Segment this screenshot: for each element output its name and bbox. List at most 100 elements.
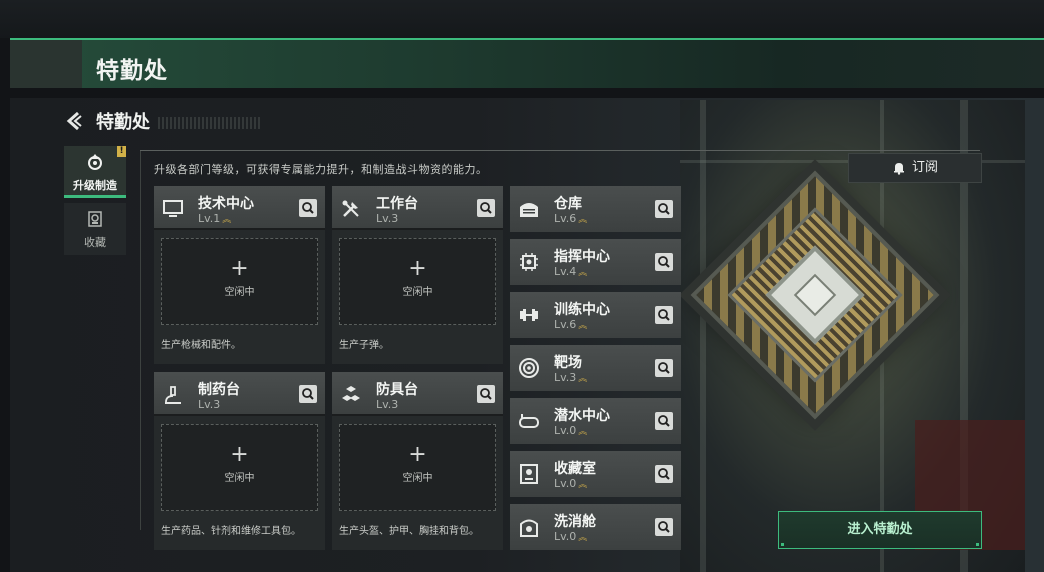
facility-name: 洗消舱 — [554, 514, 596, 530]
workshop-level: Lv.3 — [376, 398, 399, 411]
workshop-level: Lv.3 — [198, 398, 221, 411]
divider-horizontal — [140, 150, 980, 151]
workshop-card-workbench[interactable]: 工作台 Lv.3 + 空闲中 生产子弹。 — [332, 186, 503, 364]
workshop-level: Lv.3 — [376, 212, 399, 225]
production-slot[interactable]: + 空闲中 — [161, 424, 318, 511]
tab-upgrade-craft[interactable]: ! 升级制造 — [64, 146, 126, 198]
search-icon[interactable] — [477, 385, 495, 403]
workshop-name: 制药台 — [198, 382, 240, 398]
collection-box-icon — [88, 211, 102, 227]
workshop-card-pharmacy[interactable]: 制药台 Lv.3 + 空闲中 生产药品、针剂和维修工具包。 — [154, 372, 325, 550]
plus-icon: + — [408, 256, 427, 281]
slot-status: 空闲中 — [402, 287, 433, 298]
enter-button-label: 进入特勤处 — [847, 522, 913, 537]
tab-collection[interactable]: 收藏 — [64, 203, 126, 255]
alert-badge: ! — [117, 146, 126, 157]
facility-command-center[interactable]: 指挥中心 Lv.4 ︽ — [510, 239, 681, 285]
facility-name: 仓库 — [554, 196, 582, 212]
facility-level: Lv.0 — [554, 477, 577, 490]
facility-level: Lv.6 — [554, 318, 577, 331]
divider-vertical — [140, 150, 141, 530]
search-icon[interactable] — [655, 412, 673, 430]
microscope-icon — [165, 386, 181, 404]
slot-status: 空闲中 — [402, 473, 433, 484]
facility-level: Lv.4 — [554, 265, 577, 278]
workshop-name: 技术中心 — [198, 196, 254, 212]
level-chevron-icon: ︽ — [578, 427, 588, 437]
workshop-product: 生产头盔、护甲、胸挂和背包。 — [339, 526, 479, 537]
enter-special-ops-button[interactable]: 进入特勤处 — [778, 511, 982, 549]
tab-label: 升级制造 — [73, 179, 117, 192]
search-icon[interactable] — [655, 306, 673, 324]
workshop-product: 生产枪械和配件。 — [161, 340, 241, 351]
monitor-icon — [163, 200, 183, 217]
breadcrumb-deco — [158, 117, 262, 129]
search-icon[interactable] — [655, 200, 673, 218]
plus-icon: + — [230, 256, 249, 281]
facility-name: 收藏室 — [554, 461, 596, 477]
level-chevron-icon: ︽ — [578, 215, 588, 225]
target-icon — [519, 358, 539, 378]
level-chevron-icon: ︽ — [578, 480, 588, 490]
cube-structure — [690, 170, 940, 420]
search-icon[interactable] — [655, 465, 673, 483]
facility-dive-center[interactable]: 潜水中心 Lv.0 ︽ — [510, 398, 681, 444]
search-icon[interactable] — [299, 199, 317, 217]
workshop-name: 防具台 — [376, 382, 418, 398]
search-icon[interactable] — [655, 253, 673, 271]
breadcrumb: 特勤处 — [96, 112, 150, 133]
tools-icon — [342, 200, 359, 217]
warehouse-icon — [520, 203, 538, 217]
chip-icon — [520, 253, 538, 271]
level-chevron-icon: ︽ — [222, 215, 232, 225]
level-chevron-icon: ︽ — [578, 533, 588, 543]
subscribe-button[interactable]: 订阅 — [848, 153, 982, 183]
decon-icon — [520, 519, 538, 537]
production-slot[interactable]: + 空闲中 — [339, 238, 496, 325]
facility-level: Lv.0 — [554, 530, 577, 543]
top-strip — [0, 0, 1044, 38]
title-notch — [10, 40, 82, 88]
workshop-level: Lv.1 — [198, 212, 221, 225]
level-chevron-icon: ︽ — [578, 268, 588, 278]
workshop-name: 工作台 — [376, 196, 418, 212]
upgrade-gear-icon — [88, 154, 102, 170]
facility-name: 训练中心 — [554, 302, 610, 318]
plus-icon: + — [230, 442, 249, 467]
description-text: 升级各部门等级，可获得专属能力提升，和制造战斗物资的能力。 — [154, 163, 488, 176]
facility-level: Lv.6 — [554, 212, 577, 225]
back-arrow-icon[interactable] — [64, 110, 84, 132]
facility-collection-room[interactable]: 收藏室 Lv.0 ︽ — [510, 451, 681, 497]
search-icon[interactable] — [655, 518, 673, 536]
tab-label: 收藏 — [84, 236, 106, 249]
workshop-product: 生产子弹。 — [339, 340, 389, 351]
production-slot[interactable]: + 空闲中 — [161, 238, 318, 325]
search-icon[interactable] — [299, 385, 317, 403]
facility-shooting-range[interactable]: 靶场 Lv.3 ︽ — [510, 345, 681, 391]
facility-training-center[interactable]: 训练中心 Lv.6 ︽ — [510, 292, 681, 338]
facility-name: 指挥中心 — [554, 249, 610, 265]
vault-icon — [520, 464, 538, 484]
search-icon[interactable] — [477, 199, 495, 217]
title-bar: 特勤处 — [10, 38, 1044, 88]
bell-icon — [893, 162, 904, 175]
facility-level: Lv.3 — [554, 371, 577, 384]
production-slot[interactable]: + 空闲中 — [339, 424, 496, 511]
level-chevron-icon: ︽ — [578, 374, 588, 384]
dive-mask-icon — [519, 414, 539, 428]
facility-decon-chamber[interactable]: 洗消舱 Lv.0 ︽ — [510, 504, 681, 550]
search-icon[interactable] — [655, 359, 673, 377]
slot-status: 空闲中 — [224, 287, 255, 298]
facility-name: 靶场 — [554, 355, 582, 371]
facility-name: 潜水中心 — [554, 408, 610, 424]
page-title: 特勤处 — [96, 58, 168, 84]
workshop-card-tech-center[interactable]: 技术中心 Lv.1 ︽ + 空闲中 生产枪械和配件。 — [154, 186, 325, 364]
facility-level: Lv.0 — [554, 424, 577, 437]
facility-warehouse[interactable]: 仓库 Lv.6 ︽ — [510, 186, 681, 232]
plus-icon: + — [408, 442, 427, 467]
slot-status: 空闲中 — [224, 473, 255, 484]
armor-blocks-icon — [342, 386, 360, 401]
workshop-card-armor[interactable]: 防具台 Lv.3 + 空闲中 生产头盔、护甲、胸挂和背包。 — [332, 372, 503, 550]
level-chevron-icon: ︽ — [578, 321, 588, 331]
dumbbell-icon — [520, 309, 538, 321]
